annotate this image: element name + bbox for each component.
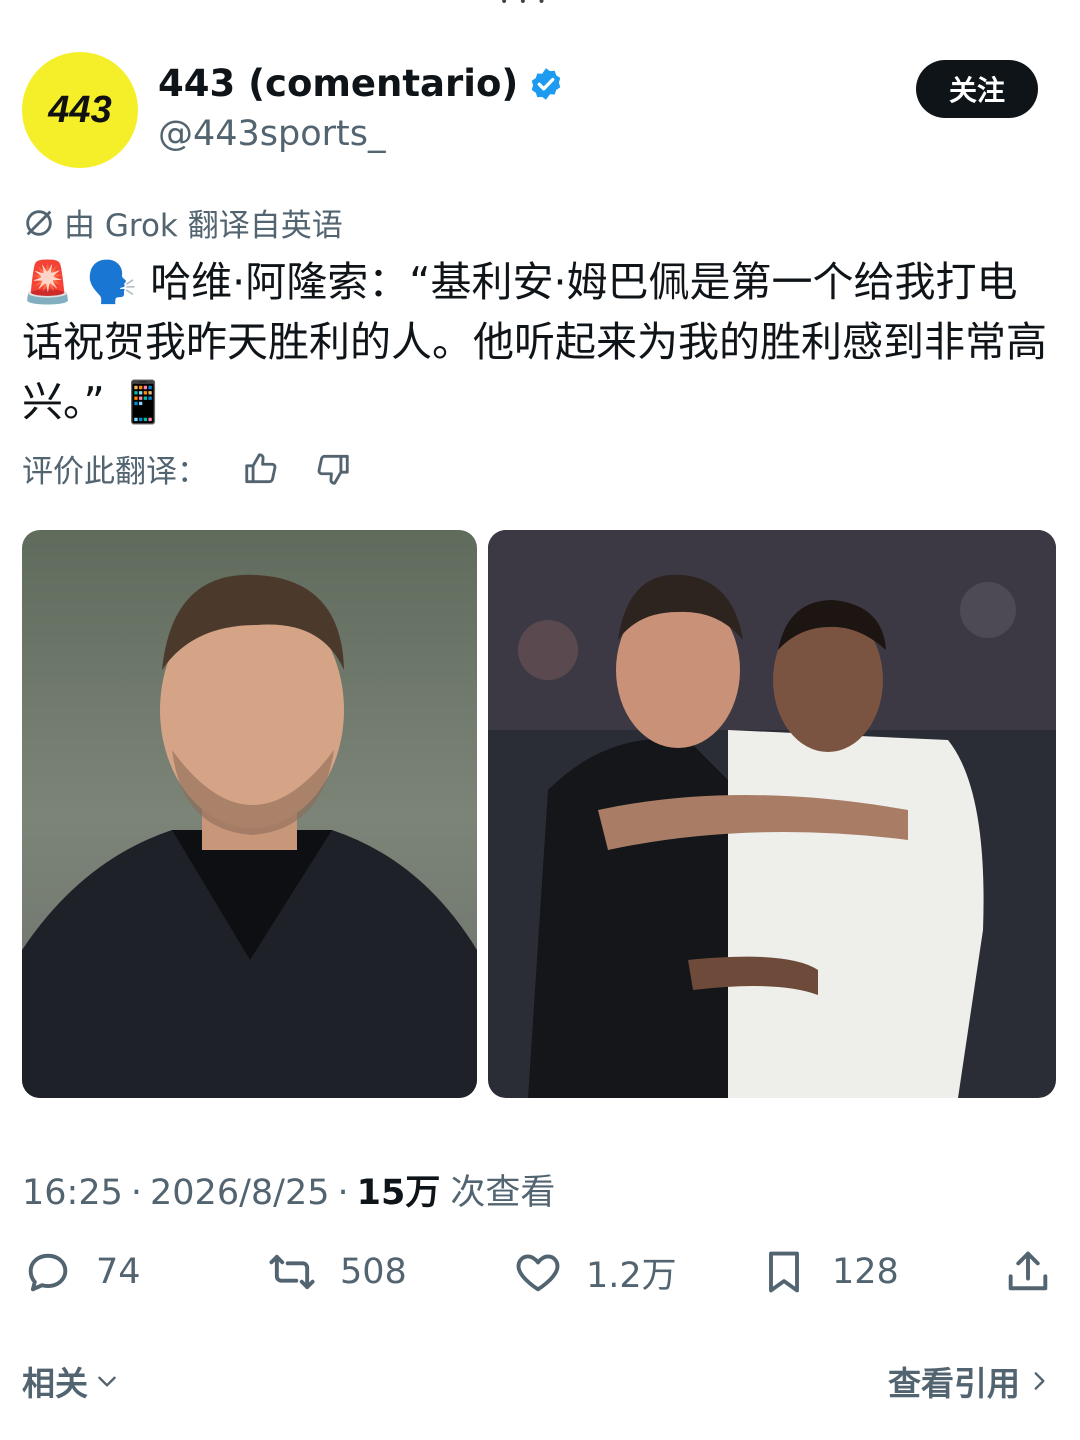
name-row: 443 (comentario) — [158, 62, 564, 105]
reply-icon — [28, 1253, 68, 1292]
chevron-right-icon — [1034, 1372, 1045, 1390]
tweet-time[interactable]: 16:25 — [22, 1173, 123, 1213]
bookmark-icon — [769, 1251, 799, 1293]
share-icon — [1008, 1251, 1048, 1291]
rate-translation-label: 评价此翻译： — [22, 454, 208, 490]
portrait-image — [22, 530, 477, 1098]
views-label: 次查看 — [450, 1173, 556, 1213]
bookmark-button[interactable]: 128 — [758, 1246, 899, 1298]
meta-separator: · — [130, 1173, 143, 1213]
photo-hug[interactable] — [488, 530, 1056, 1098]
display-name[interactable]: 443 (comentario) — [158, 62, 518, 105]
translation-notice: 由 Grok 翻译自英语 — [22, 200, 343, 245]
views-count[interactable]: 15万 — [357, 1164, 441, 1215]
rate-translation-row: 评价此翻译： — [22, 446, 352, 491]
repost-button[interactable]: 508 — [266, 1246, 407, 1298]
photo-portrait[interactable] — [22, 530, 477, 1098]
tweet-date[interactable]: 2026/8/25 — [150, 1173, 329, 1213]
bookmark-count: 128 — [832, 1252, 899, 1292]
view-quotes-label: 查看引用 — [888, 1364, 1020, 1403]
meta-separator: · — [337, 1173, 349, 1213]
tweet-text: 🚨 🗣️ 哈维·阿隆索：“基利安·姆巴佩是第一个给我打电话祝贺我昨天胜利的人。他… — [22, 252, 1052, 432]
footer-row: 相关 查看引用 — [22, 1356, 1052, 1406]
grok-slash-icon — [26, 209, 52, 236]
tweet-header: 443 443 (comentario) @443sports_ 关注 — [22, 52, 1058, 172]
like-button[interactable]: 1.2万 — [512, 1246, 677, 1298]
related-label: 相关 — [22, 1364, 88, 1403]
follow-button[interactable]: 关注 — [916, 60, 1038, 118]
view-quotes-link[interactable]: 查看引用 — [888, 1357, 1052, 1405]
repost-count: 508 — [340, 1252, 407, 1292]
translation-label: 由 Grok 翻译自英语 — [64, 208, 343, 244]
hug-image — [488, 530, 1056, 1098]
phone-emoji: 📱 — [117, 378, 169, 426]
related-dropdown[interactable]: 相关 — [22, 1357, 120, 1405]
like-count: 1.2万 — [586, 1255, 677, 1296]
share-button[interactable] — [1002, 1246, 1054, 1298]
tweet-meta: 16:25 · 2026/8/25 · 15万 次查看 — [22, 1164, 555, 1215]
verified-badge-icon — [532, 67, 561, 100]
thumbs-down-icon[interactable] — [314, 450, 352, 488]
avatar-logo: 443 — [47, 89, 111, 131]
heart-icon — [516, 1254, 560, 1292]
avatar[interactable]: 443 — [22, 52, 138, 168]
tweet-body: 哈维·阿隆索：“基利安·姆巴佩是第一个给我打电话祝贺我昨天胜利的人。他听起来为我… — [22, 258, 1047, 426]
repost-icon — [269, 1254, 315, 1290]
action-bar: 74 508 1.2万 128 — [22, 1246, 1058, 1306]
reply-button[interactable]: 74 — [22, 1246, 141, 1298]
avatar-logo-text: 443 — [47, 89, 111, 131]
status-bar-remnant: • • • — [500, 0, 549, 10]
thumbs-up-icon[interactable] — [242, 450, 280, 488]
chevron-down-icon — [98, 1376, 116, 1387]
siren-speaking-emoji: 🚨 🗣️ — [22, 258, 138, 306]
handle[interactable]: @443sports_ — [158, 114, 386, 154]
reply-count: 74 — [96, 1252, 141, 1292]
